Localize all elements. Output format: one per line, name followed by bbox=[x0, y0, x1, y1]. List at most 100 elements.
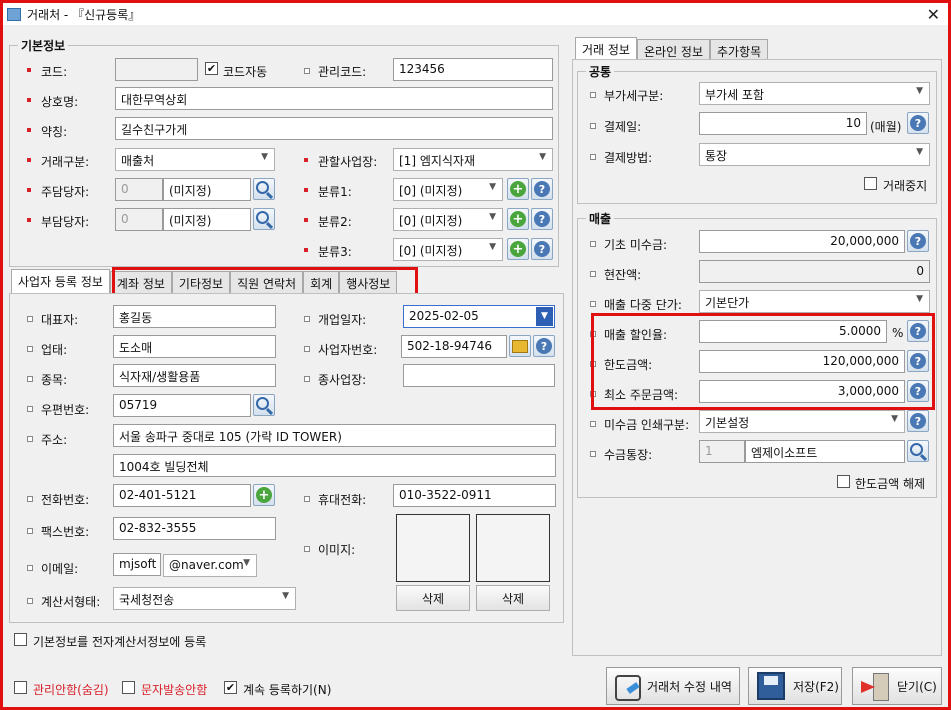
account-code[interactable]: 1 bbox=[699, 440, 745, 463]
item-input[interactable]: 식자재/생활용품 bbox=[113, 364, 276, 387]
help-icon: ? bbox=[910, 383, 926, 399]
account-input[interactable]: 엠제이소프트 bbox=[745, 440, 905, 463]
email-id-input[interactable]: mjsoft bbox=[113, 553, 161, 576]
sub-manager-input[interactable]: (미지정) bbox=[163, 208, 251, 231]
biz-no-input[interactable]: 502-18-94746 bbox=[401, 335, 507, 358]
balance-input: 0 bbox=[699, 260, 930, 283]
hide-checkbox[interactable] bbox=[14, 681, 27, 694]
multi-price-label: 매출 다중 단가: bbox=[590, 298, 682, 312]
limit-help-button[interactable]: ? bbox=[907, 350, 929, 372]
group-title: 공통 bbox=[586, 63, 615, 80]
vat-select[interactable]: 부가세 포함 ▼ bbox=[699, 82, 930, 105]
calendar-dropdown-icon[interactable]: ▼ bbox=[536, 307, 553, 326]
cat3-add-button[interactable]: + bbox=[507, 238, 529, 260]
stop-trade-checkbox[interactable] bbox=[864, 177, 877, 190]
auto-code-checkbox[interactable]: ✔ bbox=[205, 62, 218, 75]
email-domain-select[interactable]: @naver.com ▼ bbox=[163, 554, 257, 577]
mobile-input[interactable]: 010-3522-0911 bbox=[393, 484, 556, 507]
cat3-select[interactable]: [0] (미지정) ▼ bbox=[393, 238, 503, 261]
address1-input[interactable]: 서울 송파구 중대로 105 (가락 ID TOWER) bbox=[113, 424, 556, 447]
paymethod-select[interactable]: 통장 ▼ bbox=[699, 143, 930, 166]
main-manager-search-button[interactable] bbox=[253, 178, 275, 200]
name-input[interactable]: 대한무역상회 bbox=[115, 87, 553, 110]
account-search-button[interactable] bbox=[907, 440, 929, 462]
open-date-input[interactable]: 2025-02-05 bbox=[403, 305, 555, 328]
discount-help-button[interactable]: ? bbox=[907, 320, 929, 342]
payday-input[interactable]: 10 bbox=[699, 112, 867, 135]
invoice-select[interactable]: 국세청전송 ▼ bbox=[113, 587, 296, 610]
tel-input[interactable]: 02-401-5121 bbox=[113, 484, 251, 507]
main-manager-code[interactable]: 0 bbox=[115, 178, 163, 201]
help-icon: ? bbox=[534, 181, 550, 197]
continue-checkbox[interactable]: ✔ bbox=[224, 681, 237, 694]
trade-type-select[interactable]: 매출처 ▼ bbox=[115, 148, 275, 171]
mgmt-code-input[interactable]: 123456 bbox=[393, 58, 553, 81]
paymethod-label: 결제방법: bbox=[589, 151, 653, 165]
discount-input[interactable]: 5.0000 bbox=[699, 320, 887, 343]
cat2-help-button[interactable]: ? bbox=[531, 208, 553, 230]
zip-input[interactable]: 05719 bbox=[113, 394, 251, 417]
save-button[interactable]: 저장(F2) bbox=[748, 667, 842, 705]
multi-price-select[interactable]: 기본단가 ▼ bbox=[699, 290, 930, 313]
tel-add-button[interactable]: + bbox=[253, 484, 275, 506]
close-icon[interactable]: ✕ bbox=[927, 5, 940, 24]
tab-event[interactable]: 행사정보 bbox=[339, 271, 398, 293]
biz-no-verify-button[interactable] bbox=[509, 335, 531, 357]
tab-trade-info[interactable]: 거래 정보 bbox=[575, 37, 637, 61]
ar-print-help-button[interactable]: ? bbox=[907, 410, 929, 432]
multi-price-value: 기본단가 bbox=[705, 296, 750, 310]
cat1-help-button[interactable]: ? bbox=[531, 178, 553, 200]
close-button[interactable]: 닫기(C) bbox=[852, 667, 942, 705]
short-name-input[interactable]: 길수친구가게 bbox=[115, 117, 553, 140]
cat1-select[interactable]: [0] (미지정) ▼ bbox=[393, 178, 503, 201]
min-order-help-button[interactable]: ? bbox=[907, 380, 929, 402]
delete-image1-button[interactable]: 삭제 bbox=[396, 585, 470, 611]
image-slot-2[interactable] bbox=[476, 514, 550, 582]
ar-print-select[interactable]: 기본설정 ▼ bbox=[699, 410, 905, 433]
invoice-label: 계산서형태: bbox=[26, 595, 101, 609]
branch-input[interactable] bbox=[403, 364, 555, 387]
vat-value: 부가세 포함 bbox=[705, 88, 765, 102]
cat3-help-button[interactable]: ? bbox=[531, 238, 553, 260]
search-icon bbox=[910, 443, 923, 456]
code-label: 코드: bbox=[26, 65, 68, 79]
base-ar-input[interactable]: 20,000,000 bbox=[699, 230, 905, 253]
fax-input[interactable]: 02-832-3555 bbox=[113, 517, 276, 540]
tab-staff-contact[interactable]: 직원 연락처 bbox=[230, 271, 304, 293]
code-input[interactable] bbox=[115, 58, 198, 81]
biz-type-input[interactable]: 도소매 bbox=[113, 335, 276, 358]
tab-online-info[interactable]: 온라인 정보 bbox=[636, 39, 710, 61]
no-sms-label: 문자발송안함 bbox=[141, 683, 208, 697]
tab-etc[interactable]: 기타정보 bbox=[171, 271, 231, 293]
payday-help-button[interactable]: ? bbox=[907, 112, 929, 134]
delete-image2-button[interactable]: 삭제 bbox=[476, 585, 550, 611]
main-manager-input[interactable]: (미지정) bbox=[163, 178, 251, 201]
tab-accounting[interactable]: 회계 bbox=[303, 271, 340, 293]
min-order-input[interactable]: 3,000,000 bbox=[699, 380, 905, 403]
limit-release-checkbox[interactable] bbox=[837, 475, 850, 488]
tab-biz-registration[interactable]: 사업자 등록 정보 bbox=[11, 269, 110, 293]
no-sms-checkbox[interactable] bbox=[122, 681, 135, 694]
sub-manager-code[interactable]: 0 bbox=[115, 208, 163, 231]
limit-input[interactable]: 120,000,000 bbox=[699, 350, 905, 373]
image-label: 이미지: bbox=[303, 543, 356, 557]
search-icon bbox=[256, 397, 269, 410]
address2-input[interactable]: 1004호 빌딩전체 bbox=[113, 454, 556, 477]
search-icon bbox=[256, 211, 269, 224]
cat2-add-button[interactable]: + bbox=[507, 208, 529, 230]
tab-account[interactable]: 계좌 정보 bbox=[109, 271, 172, 293]
zip-search-button[interactable] bbox=[253, 394, 275, 416]
short-name-label: 약칭: bbox=[26, 125, 68, 139]
image-slot-1[interactable] bbox=[396, 514, 470, 582]
plus-icon: + bbox=[256, 487, 272, 503]
cat2-select[interactable]: [0] (미지정) ▼ bbox=[393, 208, 503, 231]
register-einvoice-checkbox[interactable] bbox=[14, 633, 27, 646]
base-ar-help-button[interactable]: ? bbox=[907, 230, 929, 252]
tab-extra-items[interactable]: 추가항목 bbox=[710, 39, 769, 61]
sub-manager-search-button[interactable] bbox=[253, 208, 275, 230]
site-select[interactable]: [1] 엠지식자재 ▼ bbox=[393, 148, 553, 171]
cat1-add-button[interactable]: + bbox=[507, 178, 529, 200]
biz-no-help-button[interactable]: ? bbox=[533, 335, 555, 357]
ceo-input[interactable]: 홍길동 bbox=[113, 305, 276, 328]
edit-history-button[interactable]: 거래처 수정 내역 bbox=[606, 667, 740, 705]
